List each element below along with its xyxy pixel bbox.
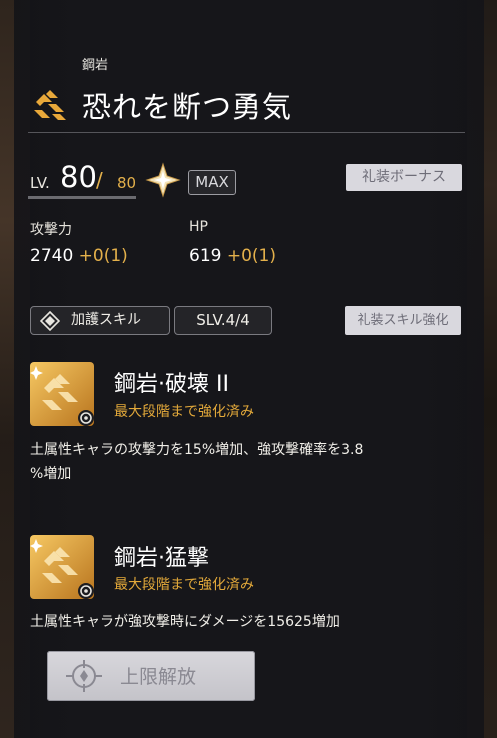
page-title: 恐れを断つ勇気 xyxy=(82,90,293,124)
star-sparkle-icon xyxy=(145,162,181,198)
skill-level-tag: SLV.4/4 xyxy=(174,306,272,335)
level-bar xyxy=(28,196,136,199)
skill-1-icon xyxy=(30,362,94,426)
attack-add: +0(1) xyxy=(78,246,128,266)
title-divider xyxy=(28,132,465,133)
skill-1-status: 最大段階まで強化済み xyxy=(114,404,254,420)
level-slash: / xyxy=(96,168,103,192)
earth-skill-icon xyxy=(30,535,94,599)
hp-label: HP xyxy=(189,219,208,235)
limit-break-label: 上限解放 xyxy=(120,666,197,688)
hp-base: 619 xyxy=(189,246,222,266)
skill-1-desc-line1: 土属性キャラの攻撃力を15%増加、強攻撃確率を3.8 xyxy=(30,442,364,458)
skill-2-name: 鋼岩·猛撃 xyxy=(114,546,209,571)
earth-skill-icon xyxy=(30,362,94,426)
skill-2-status: 最大段階まで強化済み xyxy=(114,577,254,593)
skill-1-desc-line2: %増加 xyxy=(30,466,72,482)
hp-value: 619 +0(1) xyxy=(189,246,276,266)
blessing-diamond-icon xyxy=(40,311,60,331)
element-label: 鋼岩 xyxy=(82,58,109,73)
attack-label: 攻撃力 xyxy=(30,222,72,238)
attack-value: 2740 +0(1) xyxy=(30,246,128,266)
skill-2-icon xyxy=(30,535,94,599)
level-current: 80 xyxy=(60,160,97,194)
skill-1-name: 鋼岩·破壊 II xyxy=(114,372,229,397)
max-badge: MAX xyxy=(188,170,236,195)
skill-2-desc-line1: 土属性キャラが強攻撃時にダメージを15625増加 xyxy=(30,614,340,630)
earth-element-icon xyxy=(34,90,66,120)
level-prefix: LV. xyxy=(30,174,50,192)
hp-add: +0(1) xyxy=(226,246,276,266)
level-max: 80 xyxy=(117,174,137,192)
limit-break-target-icon xyxy=(66,660,102,692)
attack-base: 2740 xyxy=(30,246,74,266)
bonus-button[interactable]: 礼装ボーナス xyxy=(346,164,462,191)
skill-enhance-button[interactable]: 礼装スキル強化 xyxy=(345,306,461,335)
